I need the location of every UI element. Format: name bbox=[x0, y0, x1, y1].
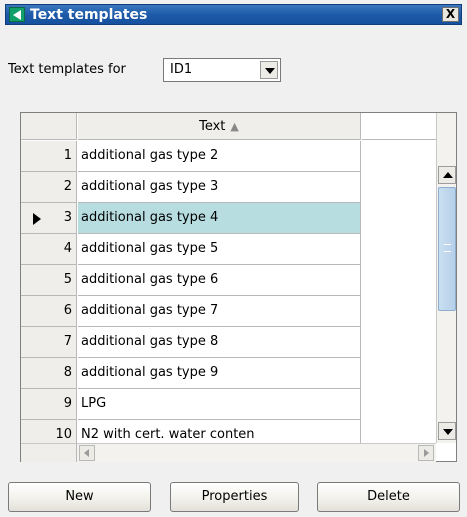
template-owner-select[interactable]: ID1 bbox=[163, 58, 281, 82]
row-number[interactable]: 1 bbox=[21, 141, 77, 172]
dropdown-arrow-icon[interactable] bbox=[260, 61, 278, 79]
table-row[interactable]: 6 additional gas type 7 bbox=[21, 296, 436, 327]
scroll-up-icon[interactable] bbox=[438, 166, 456, 184]
row-text-cell[interactable]: additional gas type 4 bbox=[78, 203, 361, 234]
horizontal-scrollbar[interactable] bbox=[77, 443, 436, 462]
row-text-cell[interactable]: additional gas type 2 bbox=[78, 141, 361, 172]
app-icon bbox=[9, 7, 25, 22]
grid-corner bbox=[21, 443, 77, 462]
text-templates-dialog: Text templates X Text templates for ID1 … bbox=[0, 0, 467, 517]
row-text-cell[interactable]: additional gas type 7 bbox=[78, 296, 361, 327]
row-number[interactable]: 2 bbox=[21, 172, 77, 203]
template-owner-value: ID1 bbox=[170, 62, 193, 77]
text-column-header-label: Text bbox=[199, 119, 226, 134]
table-row[interactable]: 7 additional gas type 8 bbox=[21, 327, 436, 358]
title-bar: Text templates X bbox=[5, 4, 462, 25]
table-row[interactable]: 9 LPG bbox=[21, 389, 436, 420]
row-number[interactable]: 8 bbox=[21, 358, 77, 389]
row-number[interactable]: 9 bbox=[21, 389, 77, 420]
header-filler bbox=[362, 113, 436, 140]
row-number[interactable]: 5 bbox=[21, 265, 77, 296]
table-row[interactable]: 5 additional gas type 6 bbox=[21, 265, 436, 296]
delete-button[interactable]: Delete bbox=[317, 482, 460, 512]
vertical-scrollbar[interactable] bbox=[436, 113, 456, 443]
scroll-down-icon[interactable] bbox=[438, 422, 456, 440]
table-row[interactable]: 1 additional gas type 2 bbox=[21, 141, 436, 172]
row-pointer-icon bbox=[33, 213, 41, 225]
row-text-cell[interactable]: additional gas type 5 bbox=[78, 234, 361, 265]
window-title: Text templates bbox=[30, 7, 148, 23]
close-button[interactable]: X bbox=[442, 7, 459, 22]
new-button[interactable]: New bbox=[8, 482, 151, 512]
scroll-thumb[interactable] bbox=[438, 187, 456, 311]
properties-button[interactable]: Properties bbox=[170, 482, 299, 512]
row-number-header bbox=[21, 113, 77, 140]
table-row[interactable]: 4 additional gas type 5 bbox=[21, 234, 436, 265]
row-text-cell[interactable]: additional gas type 3 bbox=[78, 172, 361, 203]
table-row[interactable]: 8 additional gas type 9 bbox=[21, 358, 436, 389]
scroll-right-icon[interactable] bbox=[418, 445, 434, 461]
row-text-cell[interactable]: additional gas type 9 bbox=[78, 358, 361, 389]
row-text-cell[interactable]: LPG bbox=[78, 389, 361, 420]
text-column-header[interactable]: Text ▲ bbox=[78, 113, 361, 140]
scroll-grip-icon bbox=[444, 244, 451, 252]
filter-label: Text templates for bbox=[8, 62, 126, 77]
table-row[interactable]: 3 additional gas type 4 bbox=[21, 203, 436, 234]
templates-grid: Text ▲ 1 additional gas type 2 2 additional … bbox=[20, 112, 457, 462]
sort-ascending-icon: ▲ bbox=[230, 120, 239, 133]
row-number[interactable]: 3 bbox=[21, 203, 77, 234]
row-number[interactable]: 4 bbox=[21, 234, 77, 265]
row-text-cell[interactable]: additional gas type 6 bbox=[78, 265, 361, 296]
row-number[interactable]: 6 bbox=[21, 296, 77, 327]
table-row[interactable]: 2 additional gas type 3 bbox=[21, 172, 436, 203]
row-number[interactable]: 7 bbox=[21, 327, 77, 358]
scroll-left-icon[interactable] bbox=[79, 445, 95, 461]
row-text-cell[interactable]: additional gas type 8 bbox=[78, 327, 361, 358]
